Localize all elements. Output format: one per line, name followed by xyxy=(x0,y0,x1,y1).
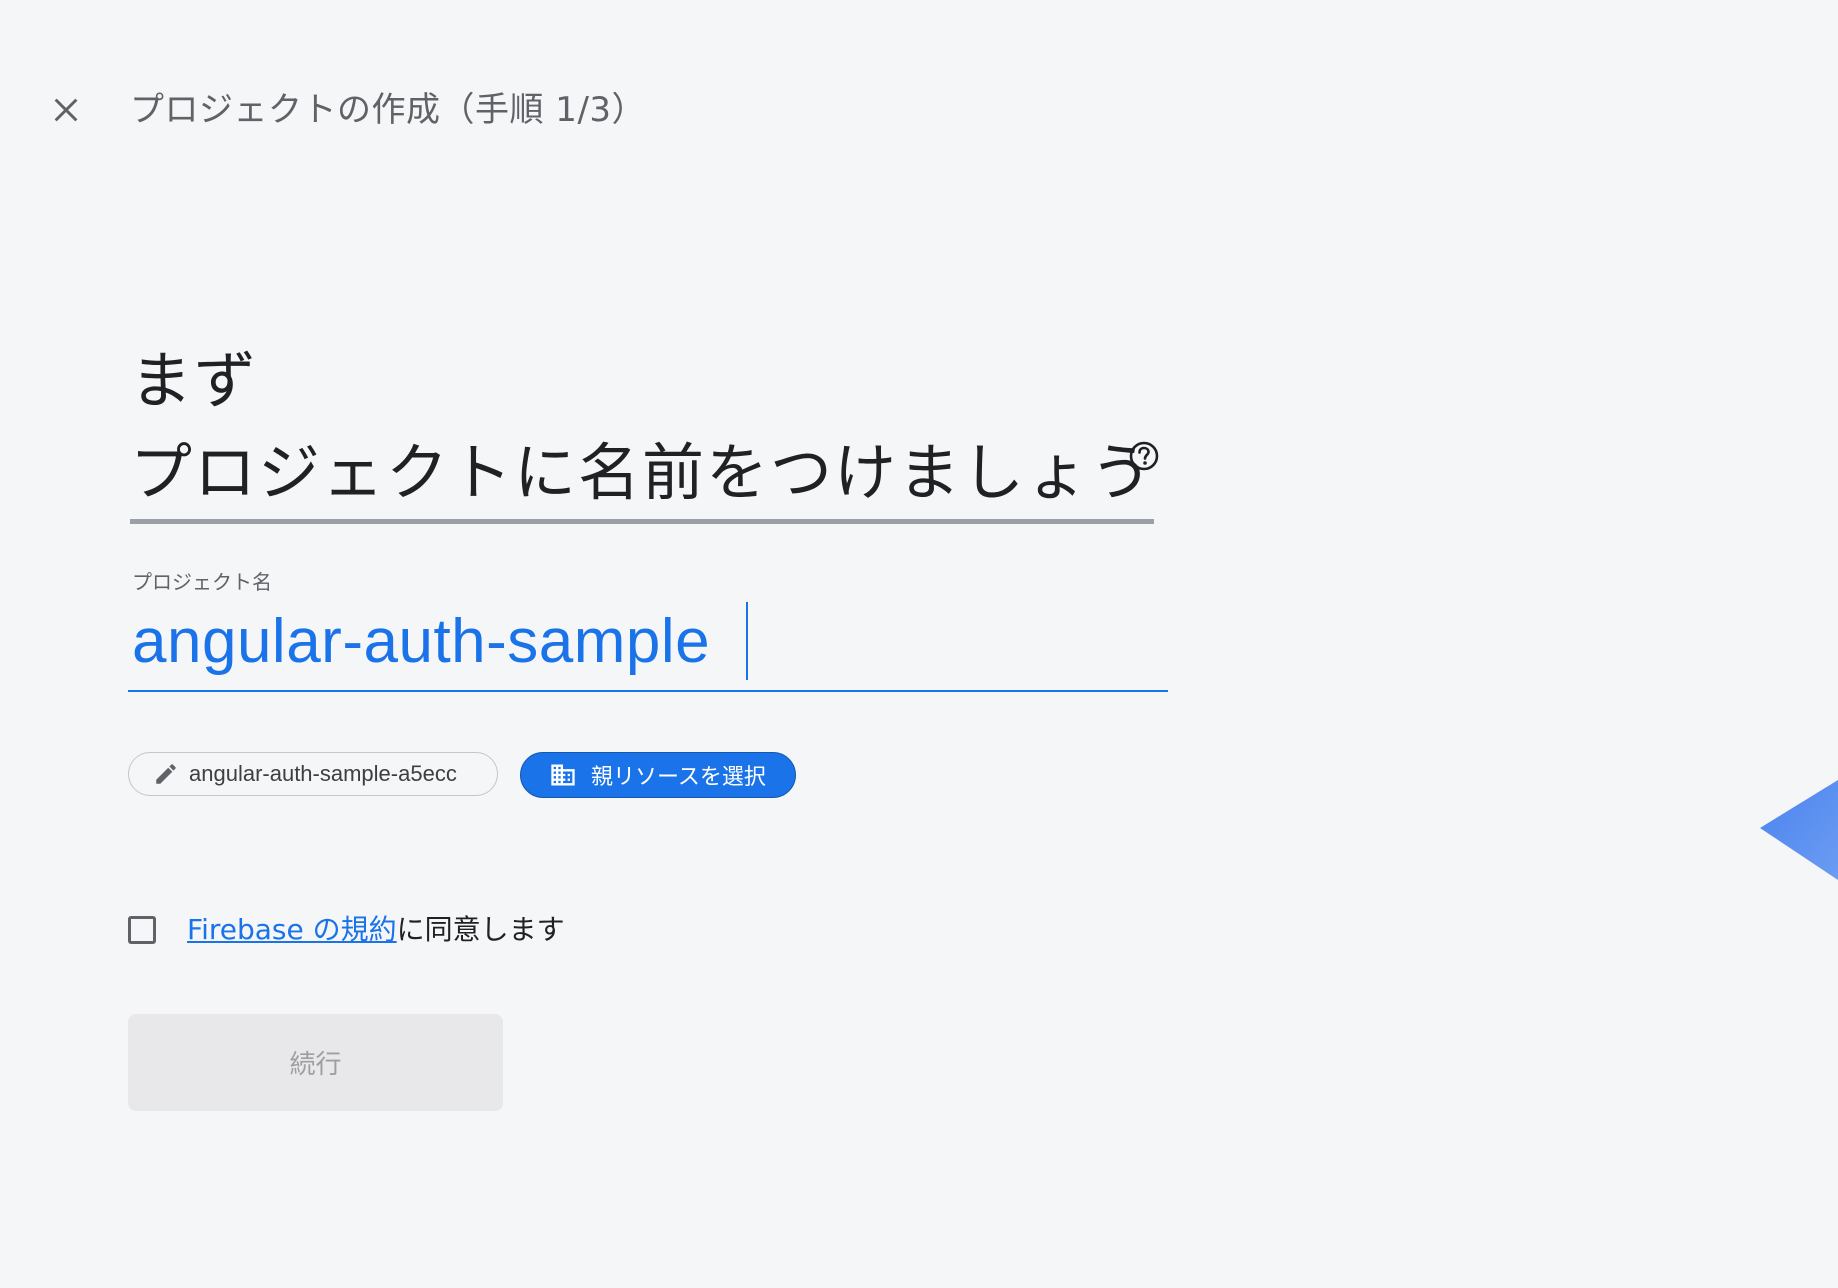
project-name-label: プロジェクト名 xyxy=(132,570,272,594)
building-icon xyxy=(551,764,575,786)
project-id-label: angular-auth-sample-a5ecc xyxy=(189,761,457,786)
continue-button[interactable]: 続行 xyxy=(128,1014,503,1111)
close-icon xyxy=(54,98,78,122)
terms-checkbox[interactable] xyxy=(128,916,156,944)
project-name-input[interactable] xyxy=(132,604,1162,680)
headline-line1: まず xyxy=(130,344,259,417)
select-parent-resource-button[interactable]: 親リソースを選択 xyxy=(520,752,796,798)
terms-text: Firebase の規約に同意します xyxy=(187,910,565,950)
headline: まず プロジェクトに名前をつけましょう xyxy=(130,335,1155,524)
terms-suffix: に同意します xyxy=(396,913,565,946)
project-name-field[interactable] xyxy=(128,596,1168,692)
help-circle-icon[interactable] xyxy=(1128,440,1160,472)
text-caret xyxy=(746,602,748,680)
decorative-triangle xyxy=(1760,780,1838,880)
headline-line2: プロジェクトに名前をつけましょう xyxy=(130,427,1155,524)
pencil-icon xyxy=(156,764,176,784)
terms-link[interactable]: Firebase の規約 xyxy=(187,913,397,946)
project-id-chip[interactable]: angular-auth-sample-a5ecc xyxy=(128,752,498,796)
close-button[interactable] xyxy=(44,88,88,132)
select-parent-resource-label: 親リソースを選択 xyxy=(591,765,766,790)
create-project-page: プロジェクトの作成（手順 1/3） まず プロジェクトに名前をつけましょう プロ… xyxy=(0,0,1838,1288)
page-title: プロジェクトの作成（手順 1/3） xyxy=(130,90,647,130)
